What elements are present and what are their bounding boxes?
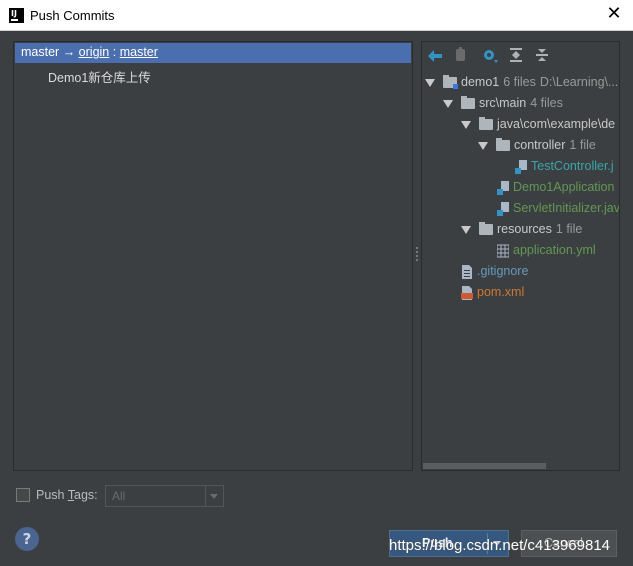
- tree-file-pom-xml[interactable]: pom.xml: [461, 282, 524, 302]
- module-folder-icon: [443, 75, 458, 90]
- collapse-all-icon[interactable]: [533, 46, 551, 64]
- title-bar: IJ Push Commits ✕: [0, 0, 633, 31]
- tree-node-resources[interactable]: resources 1 file: [461, 219, 582, 239]
- tree-node-java-package[interactable]: java\com\example\de: [461, 114, 615, 134]
- push-tags-label: Push Tags:: [36, 488, 98, 502]
- tree-file-testcontroller[interactable]: TestController.j: [515, 156, 614, 176]
- java-class-icon: [497, 180, 509, 195]
- folder-icon: [496, 138, 510, 152]
- horizontal-scrollbar[interactable]: [422, 462, 619, 470]
- expand-arrow-icon[interactable]: [425, 78, 435, 87]
- help-icon[interactable]: ?: [15, 527, 39, 551]
- expand-arrow-icon[interactable]: [443, 99, 453, 108]
- branch-row[interactable]: master → origin : master: [15, 43, 411, 63]
- tree-file-demo1application[interactable]: Demo1Application: [497, 177, 614, 197]
- commits-panel: master → origin : master Demo1新仓库上传: [13, 41, 413, 471]
- folder-icon: [479, 222, 493, 236]
- edit-source-icon[interactable]: [452, 46, 470, 64]
- tree-file-application-yml[interactable]: application.yml: [496, 240, 596, 260]
- expand-collapse-icon[interactable]: [426, 46, 444, 64]
- remote-branch-link[interactable]: master: [120, 45, 158, 59]
- expand-arrow-icon[interactable]: [478, 141, 488, 150]
- expand-arrow-icon[interactable]: [461, 225, 471, 234]
- splitter-handle[interactable]: [413, 245, 421, 265]
- java-class-icon: [497, 201, 509, 216]
- tags-dropdown-value: All: [112, 489, 126, 503]
- changes-toolbar: [422, 42, 619, 69]
- remote-link[interactable]: origin: [79, 45, 110, 59]
- intellij-app-icon: IJ: [9, 8, 24, 23]
- folder-icon: [461, 96, 475, 110]
- tree-node-demo1[interactable]: demo1 6 files D:\Learning\...: [425, 72, 618, 92]
- chevron-down-icon[interactable]: [205, 486, 223, 506]
- folder-icon: [479, 117, 493, 131]
- settings-icon[interactable]: [481, 46, 499, 64]
- local-branch: master: [21, 45, 60, 59]
- branch-separator: :: [112, 45, 117, 59]
- expand-all-icon[interactable]: [507, 46, 525, 64]
- push-tags-checkbox[interactable]: [16, 488, 30, 502]
- tree-node-controller[interactable]: controller 1 file: [478, 135, 596, 155]
- arrow-icon: →: [62, 45, 76, 59]
- scrollbar-thumb[interactable]: [423, 463, 546, 469]
- tree-file-servletinitializer[interactable]: ServletInitializer.jav: [497, 198, 619, 218]
- java-class-icon: [515, 159, 527, 174]
- window-title: Push Commits: [30, 8, 115, 23]
- changes-panel: demo1 6 files D:\Learning\... src\main 4 fi…: [421, 41, 620, 471]
- commit-item[interactable]: Demo1新仓库上传: [48, 67, 151, 86]
- yaml-file-icon: [496, 244, 510, 258]
- tree-node-src-main[interactable]: src\main 4 files: [443, 93, 563, 113]
- maven-file-icon: [461, 285, 473, 300]
- text-file-icon: [461, 264, 473, 279]
- tree-file-gitignore[interactable]: .gitignore: [461, 261, 528, 281]
- watermark-text: https://blog.csdn.net/c413969814: [389, 537, 611, 554]
- close-icon[interactable]: ✕: [605, 5, 623, 23]
- expand-arrow-icon[interactable]: [461, 120, 471, 129]
- tags-dropdown[interactable]: All: [105, 485, 224, 507]
